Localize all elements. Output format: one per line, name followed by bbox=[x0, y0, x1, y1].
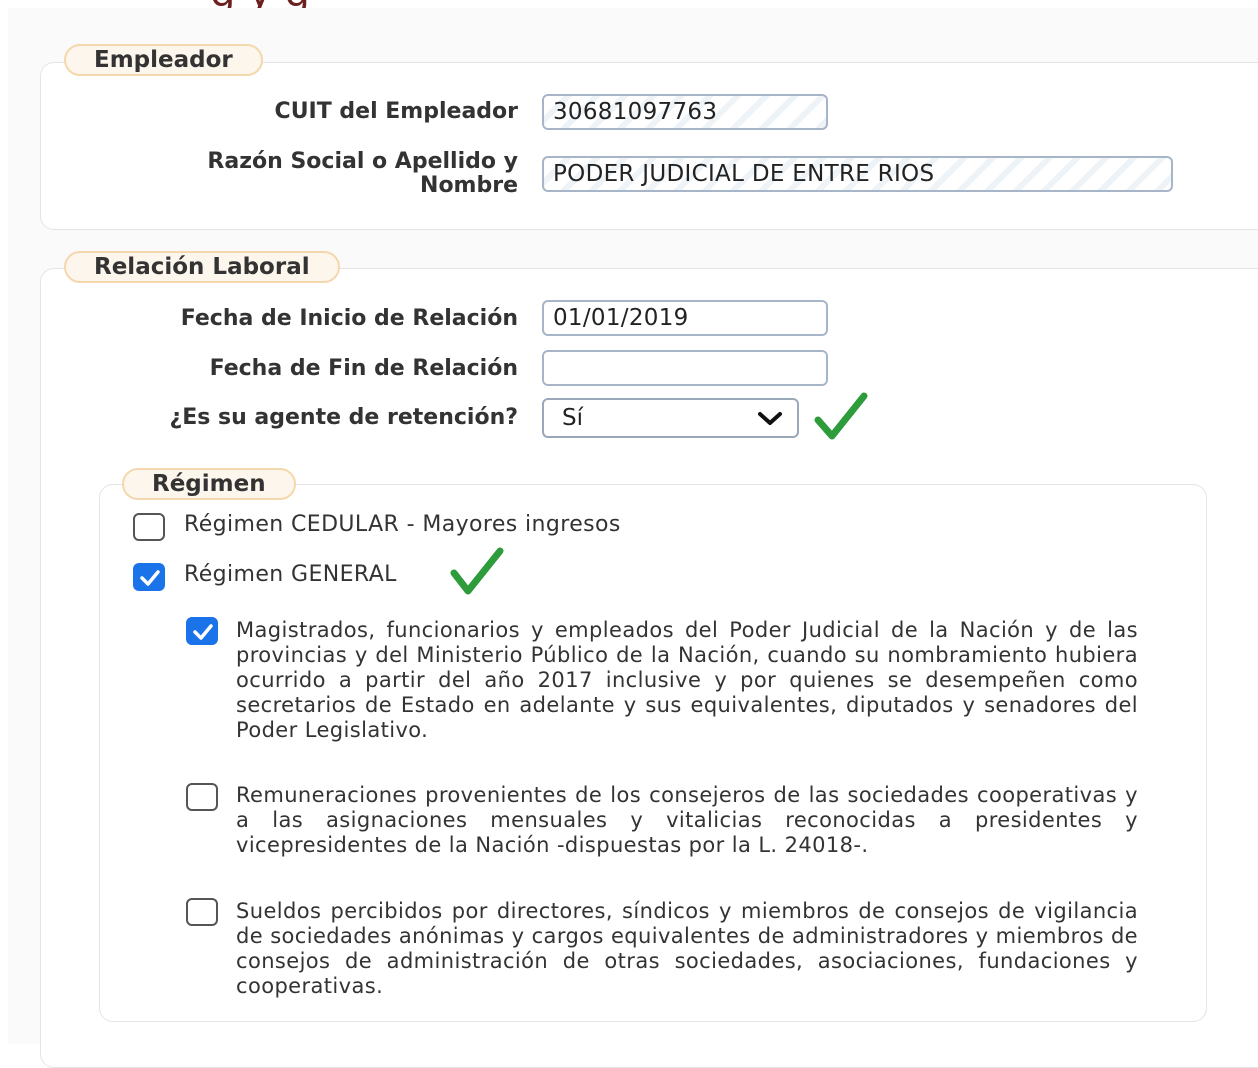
green-check-icon bbox=[450, 547, 504, 595]
checkbox-check-icon bbox=[140, 570, 160, 586]
chevron-down-icon bbox=[758, 412, 782, 425]
green-check-icon bbox=[814, 392, 868, 440]
cedular-checkbox[interactable] bbox=[133, 513, 165, 541]
empleador-fieldset bbox=[40, 62, 1258, 230]
fecha-inicio-label: Fecha de Inicio de Relación bbox=[180, 306, 518, 331]
razon-social-field[interactable]: PODER JUDICIAL DE ENTRE RIOS bbox=[542, 156, 1173, 192]
cuit-label: CUIT del Empleador bbox=[274, 99, 518, 124]
general-label[interactable]: Régimen GENERAL bbox=[184, 562, 397, 587]
razon-social-label: Razón Social o Apellido y Nombre bbox=[207, 150, 518, 198]
relacion-legend: Relación Laboral bbox=[64, 251, 340, 283]
option-magistrados-checkbox[interactable] bbox=[186, 617, 218, 645]
option-magistrados-text[interactable]: Magistrados, funcionarios y empleados de… bbox=[236, 618, 1138, 743]
cedular-label[interactable]: Régimen CEDULAR - Mayores ingresos bbox=[184, 512, 621, 537]
option-directores-text[interactable]: Sueldos percibidos por directores, síndi… bbox=[236, 899, 1138, 999]
fecha-fin-label: Fecha de Fin de Relación bbox=[209, 356, 518, 381]
regimen-legend: Régimen bbox=[122, 468, 296, 500]
general-checkbox[interactable] bbox=[133, 563, 165, 591]
razon-social-label-line2: Nombre bbox=[420, 173, 518, 198]
agente-retencion-label: ¿Es su agente de retención? bbox=[169, 405, 518, 430]
razon-social-label-line1: Razón Social o Apellido y bbox=[207, 149, 518, 174]
option-consejeros-checkbox[interactable] bbox=[186, 783, 218, 811]
fecha-inicio-field[interactable]: 01/01/2019 bbox=[542, 300, 828, 336]
option-consejeros-text[interactable]: Remuneraciones provenientes de los conse… bbox=[236, 783, 1138, 858]
empleador-legend: Empleador bbox=[64, 44, 263, 76]
fecha-fin-field[interactable] bbox=[542, 350, 828, 386]
checkbox-check-icon bbox=[193, 624, 213, 640]
agente-retencion-select[interactable]: Sí bbox=[542, 398, 799, 438]
agente-retencion-value: Sí bbox=[562, 405, 583, 431]
cuit-field[interactable]: 30681097763 bbox=[542, 94, 828, 130]
option-directores-checkbox[interactable] bbox=[186, 898, 218, 926]
